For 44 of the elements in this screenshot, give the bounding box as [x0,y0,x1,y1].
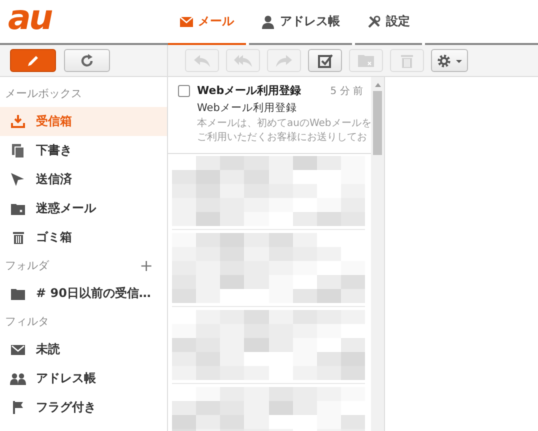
pencil-icon [26,54,40,68]
section-heading: フィルタ [5,314,49,329]
mailbox-item[interactable]: フラグ付き [0,393,167,422]
message-time: 5 分 前 [330,84,363,98]
settings-icon [436,54,462,68]
flag-icon [10,401,26,414]
reply-all-icon [234,54,252,66]
au-logo[interactable]: au [8,0,52,36]
trash-icon [10,231,26,244]
pages-icon [10,144,26,158]
person-icon [261,14,275,28]
refresh-button[interactable] [64,49,110,72]
mailbox-item[interactable]: 下書き [0,136,167,165]
mark-read-button[interactable] [308,49,342,72]
add-folder-button[interactable]: + [140,258,153,272]
message-sender: Webメール利用登録 [197,101,298,115]
message-checkbox[interactable] [178,84,190,96]
section-heading: メールボックス [5,86,82,101]
mailbox-item[interactable]: アドレス帳 [0,364,167,393]
trash-icon [401,54,413,68]
message-subject[interactable]: Webメール利用登録 [197,83,324,98]
settings-button[interactable] [431,49,468,72]
checkbox-icon [318,54,332,68]
download-icon [10,115,26,128]
folder-icon [10,288,26,300]
people-icon [10,372,26,384]
mailbox-item[interactable]: 未読 [0,335,167,364]
message-preview: 本メールは、初めてauのWebメールをご利用いただくお客様にお送りしてお [197,117,372,145]
cursor-icon [10,173,26,186]
tools-icon [367,14,381,28]
folder-icon [10,202,26,214]
mailbox-item[interactable]: ゴミ箱 [0,223,167,252]
forward-icon [276,54,292,66]
scrollbar[interactable] [371,77,384,431]
folder-icon [358,54,374,67]
section-heading: フォルダ [5,258,49,273]
compose-button[interactable] [10,49,56,72]
reply-icon [194,54,210,66]
refresh-icon [80,54,94,68]
mailbox-item[interactable]: 送信済 [0,165,167,194]
mailbox-item[interactable]: # 90日以前の受信… [0,279,167,308]
mailbox-item[interactable]: 迷惑メール [0,194,167,223]
envelope-icon [180,16,193,26]
envelope-icon [10,344,26,354]
